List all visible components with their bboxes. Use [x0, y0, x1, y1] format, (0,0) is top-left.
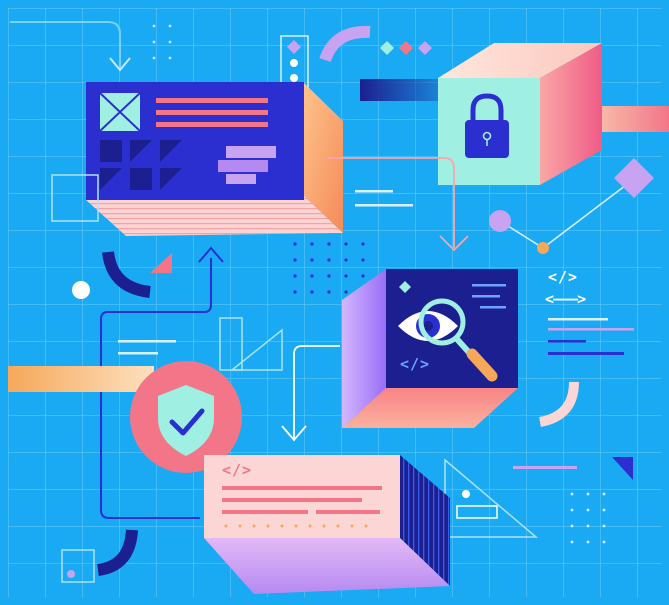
- right-line-1: [548, 318, 608, 321]
- lock-cube: [438, 43, 602, 185]
- dash-line-left-2: [118, 352, 158, 355]
- lavender-dash-right: [513, 466, 577, 469]
- code-tag-card: </>: [222, 461, 253, 479]
- dot-white-1: [290, 59, 298, 67]
- code-line-4: [316, 510, 380, 514]
- inspector-line-3: [480, 306, 506, 309]
- right-line-4: [548, 352, 624, 355]
- dash-line-mid-2: [355, 204, 413, 207]
- dashboard-cube: [86, 82, 343, 236]
- dashboard-cube-bottom: [86, 196, 343, 236]
- dash-line-mid-1: [355, 190, 393, 193]
- right-line-3: [548, 340, 586, 343]
- inspector-line-2: [472, 295, 500, 298]
- text-line-2: [156, 110, 268, 115]
- network-node-orange: [537, 242, 549, 254]
- purple-block-1: [226, 146, 276, 158]
- code-tag-inspector: </>: [400, 355, 431, 373]
- code-tag-right-top: </>: [548, 268, 579, 286]
- orange-bar-left: [8, 366, 154, 392]
- purple-block-2: [218, 160, 268, 172]
- inspector-cube: [342, 269, 518, 428]
- text-line-1: [156, 98, 268, 103]
- code-line-2: [222, 498, 362, 502]
- white-dot-left: [72, 281, 90, 299]
- coral-bar-right: [602, 106, 669, 132]
- code-line-1: [222, 486, 382, 490]
- code-tag-right-bottom: <———>: [545, 290, 586, 308]
- code-line-3: [222, 510, 308, 514]
- lavender-dot-bottom-left: [67, 570, 75, 578]
- inspector-line-1: [472, 284, 506, 287]
- text-line-3: [156, 122, 268, 127]
- purple-block-3: [226, 174, 256, 184]
- network-node-lavender: [489, 210, 511, 232]
- dot-white-2: [290, 74, 298, 82]
- white-dot-right: [462, 490, 470, 498]
- right-line-2: [548, 328, 634, 331]
- dash-line-left-1: [118, 340, 176, 343]
